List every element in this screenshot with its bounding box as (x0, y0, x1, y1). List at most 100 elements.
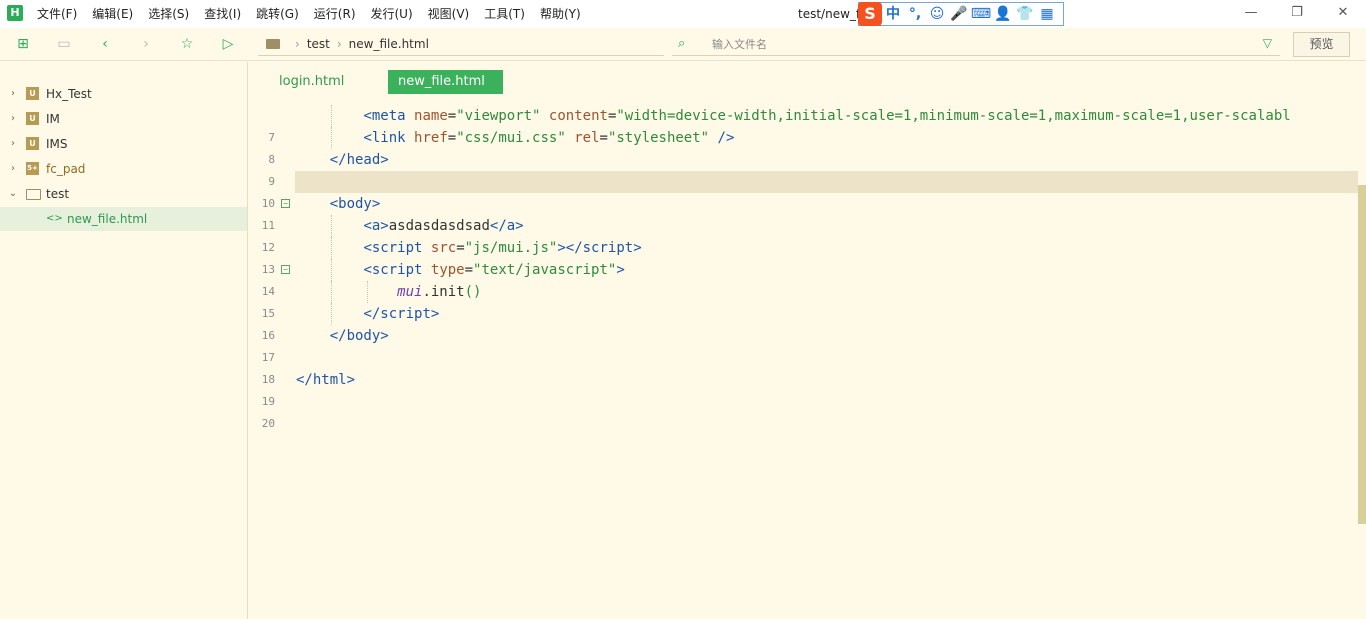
code-line: 7 <meta name="viewport" content="width=d… (248, 105, 1358, 144)
window-controls: — ❐ ✕ (1228, 0, 1366, 28)
ime-user-icon[interactable]: 👤 (992, 3, 1014, 25)
forward-icon[interactable]: › (137, 35, 155, 53)
tree-item-ims[interactable]: › U IMS (0, 132, 247, 156)
menu-select[interactable]: 选择(S) (148, 0, 189, 28)
menu-publish[interactable]: 发行(U) (371, 0, 413, 28)
ime-chinese-mode[interactable]: 中 (882, 3, 904, 25)
code-line: 20 (248, 391, 1358, 430)
code-line-current: 10 (248, 171, 1358, 210)
code-text: <body> (329, 196, 381, 212)
fold-toggle-icon[interactable]: − (281, 199, 290, 208)
code-text: <a>asdasdasdsad</a> (295, 215, 1358, 237)
code-text: </head> (329, 152, 389, 168)
back-icon[interactable]: ‹ (96, 35, 114, 53)
filter-icon[interactable]: ▽ (1263, 36, 1272, 50)
code-line: 12 <a>asdasdasdsad</a> (248, 215, 1358, 254)
ime-toolbox-icon[interactable]: ▦ (1036, 3, 1058, 25)
fold-toggle-icon[interactable]: − (281, 265, 290, 274)
chevron-right-icon[interactable]: › (8, 157, 18, 181)
tab-login-html[interactable]: login.html (269, 70, 354, 94)
code-text: <script src="js/mui.js"></script> (295, 237, 1358, 259)
save-icon[interactable]: ▭ (55, 35, 73, 53)
code-text (295, 171, 1358, 193)
ime-punctuation-icon[interactable]: °, (904, 3, 926, 25)
tree-item-fc-pad[interactable]: › 5+ fc_pad (0, 157, 247, 181)
code-text: </html> (296, 372, 356, 388)
new-file-icon[interactable]: ⊞ (14, 35, 32, 53)
restore-icon[interactable]: ❐ (1274, 0, 1320, 28)
menu-tools[interactable]: 工具(T) (484, 0, 525, 28)
toolbar: ⊞ ▭ ‹ › ☆ ▷ › test › new_file.html ⌕ ▽ 预… (0, 28, 1366, 61)
folder-icon (26, 187, 41, 200)
ime-skin-icon[interactable]: 👕 (1014, 3, 1036, 25)
code-line: 17 </body> (248, 325, 1358, 364)
tree-item-label: IM (46, 112, 60, 126)
menu: 文件(F) 编辑(E) 选择(S) 查找(I) 跳转(G) 运行(R) 发行(U… (37, 0, 596, 28)
code-text: <link href="css/mui.css" rel="stylesheet… (295, 127, 1358, 149)
ime-logo-icon[interactable]: S (858, 2, 882, 26)
code-line: 11 − <body> (248, 193, 1358, 232)
code-line: 8 <link href="css/mui.css" rel="styleshe… (248, 127, 1358, 166)
tree-item-label: Hx_Test (46, 87, 92, 101)
5plus-project-icon: 5+ (26, 162, 39, 175)
window-title: test/new_fi (798, 7, 864, 21)
tree-item-hx-test[interactable]: › U Hx_Test (0, 82, 247, 106)
uni-app-project-icon: U (26, 137, 39, 150)
menu-bar: H 文件(F) 编辑(E) 选择(S) 查找(I) 跳转(G) 运行(R) 发行… (0, 0, 1366, 28)
star-icon[interactable]: ☆ (178, 35, 196, 53)
app-logo-icon: H (7, 5, 23, 21)
tree-item-new-file[interactable]: <> new_file.html (0, 207, 247, 231)
chevron-right-icon[interactable]: › (8, 107, 18, 131)
menu-help[interactable]: 帮助(Y) (540, 0, 581, 28)
code-text: </script> (295, 303, 1358, 325)
breadcrumb-separator-icon: › (295, 36, 300, 51)
code-line: 16 </script> (248, 303, 1358, 342)
tree-item-im[interactable]: › U IM (0, 107, 247, 131)
chevron-down-icon[interactable]: ⌄ (8, 182, 18, 206)
close-icon[interactable]: ✕ (1320, 0, 1366, 28)
ime-emoji-icon[interactable]: ☺ (926, 3, 948, 25)
ime-voice-icon[interactable]: 🎤 (948, 3, 970, 25)
chevron-right-icon[interactable]: › (8, 132, 18, 156)
line-number: 20 (261, 417, 275, 430)
menu-run[interactable]: 运行(R) (314, 0, 356, 28)
search-icon: ⌕ (678, 36, 686, 51)
tab-new-file-html[interactable]: new_file.html (388, 70, 503, 94)
vertical-scrollbar[interactable] (1358, 185, 1366, 524)
preview-button[interactable]: 预览 (1293, 32, 1350, 57)
tree-item-label: test (46, 187, 70, 201)
menu-view[interactable]: 视图(V) (428, 0, 470, 28)
file-search-input[interactable] (712, 34, 1232, 54)
breadcrumb: › test › new_file.html (258, 32, 664, 56)
code-editor[interactable]: 7 <meta name="viewport" content="width=d… (248, 104, 1358, 619)
html-file-icon: <> (46, 213, 63, 224)
editor-tabs: login.html new_file.html (248, 62, 1366, 102)
tree-item-label: IMS (46, 137, 68, 151)
minimize-icon[interactable]: — (1228, 0, 1274, 28)
code-line: 14 − <script type="text/javascript"> (248, 259, 1358, 298)
menu-find[interactable]: 查找(I) (204, 0, 241, 28)
tree-item-label: new_file.html (67, 212, 148, 226)
menu-file[interactable]: 文件(F) (37, 0, 77, 28)
code-line: 15 mui.init() (248, 281, 1358, 320)
run-icon[interactable]: ▷ (219, 35, 237, 53)
ime-keyboard-icon[interactable]: ⌨ (970, 3, 992, 25)
tree-item-test[interactable]: ⌄ test (0, 182, 247, 206)
file-search: ⌕ ▽ (672, 32, 1280, 56)
code-line: 13 <script src="js/mui.js"></script> (248, 237, 1358, 276)
chevron-right-icon[interactable]: › (8, 82, 18, 106)
code-line: 18 (248, 347, 1358, 386)
breadcrumb-item-file[interactable]: new_file.html (349, 37, 429, 51)
code-text: <script type="text/javascript"> (295, 259, 1358, 281)
breadcrumb-item-test[interactable]: test (307, 37, 330, 51)
ime-toolbar: S 中 °, ☺ 🎤 ⌨ 👤 👕 ▦ (858, 2, 1064, 26)
breadcrumb-separator-icon: › (336, 36, 342, 51)
uni-app-project-icon: U (26, 112, 39, 125)
tree-item-label: fc_pad (46, 162, 86, 176)
project-sidebar: › U Hx_Test › U IM › U IMS › 5+ fc_pad ⌄… (0, 62, 248, 619)
menu-edit[interactable]: 编辑(E) (92, 0, 133, 28)
code-line: 9 </head> (248, 149, 1358, 188)
menu-goto[interactable]: 跳转(G) (256, 0, 299, 28)
